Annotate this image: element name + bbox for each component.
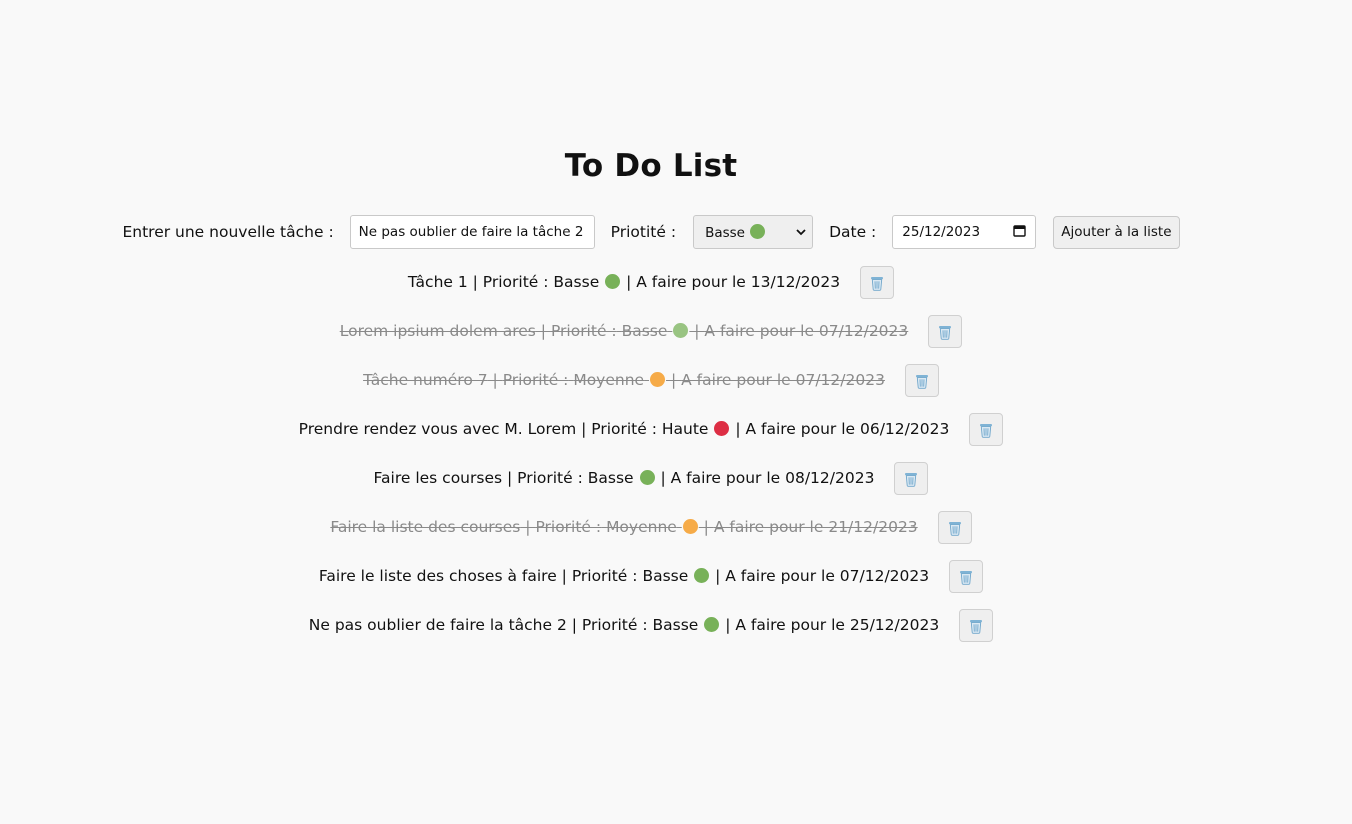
task-priority-prefix: Priorité : <box>517 469 583 487</box>
delete-button[interactable] <box>937 511 972 544</box>
task-priority-prefix: Priorité : <box>550 322 617 340</box>
task-due: A faire pour le 07/12/2023 <box>704 322 909 340</box>
task-text[interactable]: Tâche 1 | Priorité : Basse | A faire pou… <box>408 266 840 298</box>
task-text[interactable]: Prendre rendez vous avec M. Lorem | Prio… <box>299 413 950 445</box>
task-name: Tâche numéro 7 <box>363 371 488 389</box>
task-text[interactable]: Lorem ipsium dolem ares | Priorité : Bas… <box>340 315 909 347</box>
date-value: 25/12/2023 <box>902 224 981 240</box>
task-item[interactable]: Tâche numéro 7 | Priorité : Moyenne | A … <box>0 364 1302 413</box>
task-priority: Basse <box>553 273 600 291</box>
task-priority-prefix: Priorité : <box>581 616 648 634</box>
delete-button[interactable] <box>959 609 994 642</box>
delete-button[interactable] <box>969 413 1004 446</box>
task-item[interactable]: Ne pas oublier de faire la tâche 2 | Pri… <box>0 609 1302 658</box>
trash-icon <box>979 422 993 438</box>
task-item[interactable]: Prendre rendez vous avec M. Lorem | Prio… <box>0 413 1302 462</box>
task-priority-prefix: Priorité : <box>571 567 638 585</box>
task-due: A faire pour le 13/12/2023 <box>636 273 841 291</box>
task-name: Prendre rendez vous avec M. Lorem <box>298 420 577 438</box>
trash-icon <box>948 520 962 536</box>
task-due: A faire pour le 25/12/2023 <box>735 616 940 634</box>
task-priority-prefix: Priorité : <box>535 518 602 536</box>
delete-button[interactable] <box>894 462 929 495</box>
task-priority: Basse <box>587 469 634 487</box>
date-input[interactable]: 25/12/2023 <box>892 215 1037 249</box>
task-priority: Basse <box>642 567 689 585</box>
task-priority: Moyenne <box>573 371 645 389</box>
task-due: A faire pour le 06/12/2023 <box>745 420 950 438</box>
page-title: To Do List <box>564 148 738 184</box>
task-text[interactable]: Tâche numéro 7 | Priorité : Moyenne | A … <box>363 364 885 396</box>
task-priority: Moyenne <box>606 518 677 536</box>
task-due: A faire pour le 08/12/2023 <box>670 469 875 487</box>
task-name: Ne pas oublier de faire la tâche 2 <box>308 616 567 634</box>
priority-circle-icon <box>704 617 720 632</box>
delete-button[interactable] <box>928 315 963 348</box>
task-item[interactable]: Faire le liste des choses à faire | Prio… <box>0 560 1302 609</box>
priority-circle-icon <box>639 470 655 485</box>
priority-circle-icon <box>714 421 730 436</box>
priority-label: Priotité : <box>610 223 677 241</box>
task-name: Tâche 1 <box>407 273 468 291</box>
task-item[interactable]: Faire la liste des courses | Priorité : … <box>0 511 1302 560</box>
trash-icon <box>938 324 952 340</box>
priority-circle-icon <box>682 519 698 534</box>
new-task-form: Entrer une nouvelle tâche : Priotité : B… <box>0 215 1302 249</box>
task-input[interactable] <box>349 215 595 249</box>
calendar-icon[interactable] <box>1013 224 1026 241</box>
task-text[interactable]: Faire la liste des courses | Priorité : … <box>330 511 917 543</box>
priority-circle-icon <box>694 568 710 583</box>
priority-select-text: Basse <box>705 224 745 241</box>
task-due: A faire pour le 07/12/2023 <box>725 567 930 585</box>
task-label: Entrer une nouvelle tâche : <box>122 223 334 241</box>
priority-circle-icon <box>673 323 689 338</box>
task-text[interactable]: Ne pas oublier de faire la tâche 2 | Pri… <box>309 609 939 641</box>
task-priority: Basse <box>621 322 668 340</box>
task-name: Lorem ipsium dolem ares <box>339 322 536 340</box>
task-text[interactable]: Faire les courses | Priorité : Basse | A… <box>374 462 875 494</box>
task-priority-prefix: Priorité : <box>482 273 549 291</box>
task-name: Faire les courses <box>373 469 503 487</box>
task-due: A faire pour le 21/12/2023 <box>713 518 918 536</box>
priority-circle-icon <box>605 274 621 289</box>
trash-icon <box>870 275 884 291</box>
task-priority-prefix: Priorité : <box>591 420 657 438</box>
task-item[interactable]: Lorem ipsium dolem ares | Priorité : Bas… <box>0 315 1302 364</box>
priority-select-value: Basse <box>705 223 766 241</box>
delete-button[interactable] <box>860 266 895 299</box>
task-item[interactable]: Faire les courses | Priorité : Basse | A… <box>0 462 1302 511</box>
task-item[interactable]: Tâche 1 | Priorité : Basse | A faire pou… <box>0 266 1302 315</box>
task-name: Faire la liste des courses <box>330 518 521 536</box>
task-priority: Basse <box>652 616 699 634</box>
task-due: A faire pour le 07/12/2023 <box>681 371 885 389</box>
priority-select[interactable]: Basse <box>693 215 814 249</box>
trash-icon <box>915 373 929 389</box>
trash-icon <box>959 569 973 585</box>
trash-icon <box>969 618 983 634</box>
trash-icon <box>904 471 918 487</box>
task-priority: Haute <box>661 420 709 438</box>
priority-circle-icon <box>650 372 666 387</box>
task-name: Faire le liste des choses à faire <box>318 567 557 585</box>
green-circle-icon <box>750 223 766 239</box>
add-to-list-button[interactable]: Ajouter à la liste <box>1053 215 1180 249</box>
delete-button[interactable] <box>904 364 939 397</box>
task-list: Tâche 1 | Priorité : Basse | A faire pou… <box>0 266 1302 658</box>
todo-app: To Do List Entrer une nouvelle tâche : P… <box>0 0 1352 824</box>
task-text[interactable]: Faire le liste des choses à faire | Prio… <box>319 560 929 592</box>
date-label: Date : <box>829 223 877 241</box>
chevron-down-icon <box>796 227 806 237</box>
task-priority-prefix: Priorité : <box>502 371 569 389</box>
delete-button[interactable] <box>949 560 984 593</box>
